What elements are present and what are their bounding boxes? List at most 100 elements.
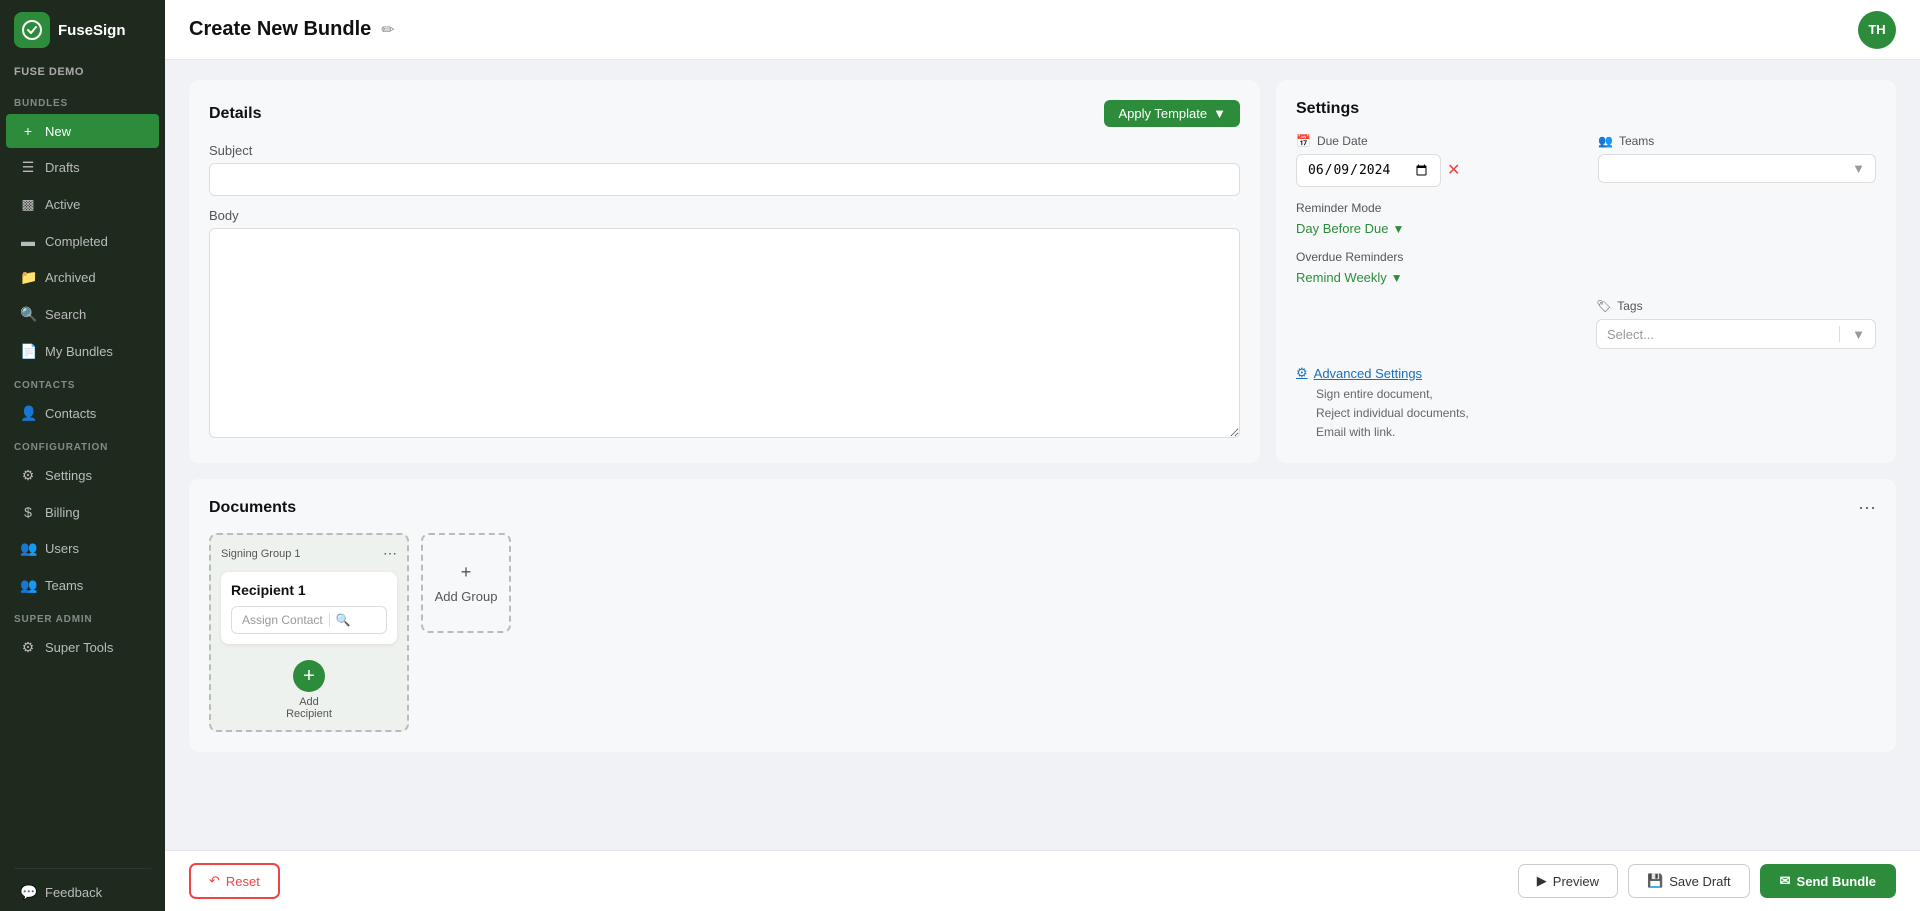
- teams-chevron: ▼: [1852, 161, 1865, 176]
- search-icon: 🔍: [20, 306, 36, 323]
- recipient-1-card: Recipient 1 Assign Contact 🔍: [221, 572, 397, 644]
- sidebar-item-feedback[interactable]: 💬 Feedback: [6, 875, 159, 910]
- edit-title-icon[interactable]: ✏: [381, 20, 394, 40]
- advanced-desc-3: Email with link.: [1316, 423, 1876, 442]
- completed-icon: ▬: [20, 233, 36, 249]
- content: Details Apply Template ▼ Subject Body: [165, 60, 1920, 850]
- save-draft-icon: 💾: [1647, 873, 1663, 889]
- save-draft-button[interactable]: 💾 Save Draft: [1628, 864, 1750, 898]
- add-group-box[interactable]: + Add Group: [421, 533, 511, 633]
- sidebar-item-super-tools-label: Super Tools: [45, 640, 113, 655]
- my-bundles-icon: 📄: [20, 343, 36, 360]
- advanced-desc-1: Sign entire document,: [1316, 385, 1876, 404]
- overdue-reminders-row: Overdue Reminders Remind Weekly ▼: [1296, 250, 1876, 285]
- date-input-row: ✕: [1296, 154, 1574, 187]
- tags-chevron: ▼: [1852, 327, 1865, 342]
- overdue-reminders-value: Remind Weekly: [1296, 270, 1387, 285]
- send-bundle-icon: ✉: [1780, 873, 1791, 889]
- tags-select[interactable]: Select... ▼: [1596, 319, 1876, 349]
- reminder-mode-dropdown[interactable]: Day Before Due ▼: [1296, 221, 1876, 236]
- sidebar-bundles-label: BUNDLES: [0, 88, 165, 113]
- send-bundle-label: Send Bundle: [1797, 874, 1876, 889]
- calendar-icon: 📅: [1296, 134, 1311, 148]
- signing-group-label: Signing Group 1: [221, 548, 301, 560]
- teams-icon: 👥: [20, 577, 36, 594]
- save-draft-label: Save Draft: [1669, 874, 1730, 889]
- sidebar-item-new[interactable]: + New: [6, 114, 159, 148]
- sidebar-item-users-label: Users: [45, 541, 79, 556]
- sidebar-org: FUSE DEMO: [0, 60, 165, 88]
- clear-date-button[interactable]: ✕: [1447, 163, 1460, 179]
- sidebar-super-admin-label: SUPER ADMIN: [0, 604, 165, 629]
- advanced-settings-link[interactable]: ⚙ Advanced Settings: [1296, 365, 1876, 381]
- signing-group-1: Signing Group 1 ⋯ Recipient 1 Assign Con…: [209, 533, 409, 732]
- tags-select-right: ▼: [1831, 326, 1865, 342]
- apply-template-chevron: ▼: [1213, 106, 1226, 121]
- reset-button[interactable]: ↶ Reset: [189, 863, 280, 899]
- sidebar-item-users[interactable]: 👥 Users: [6, 531, 159, 566]
- advanced-settings-desc: Sign entire document, Reject individual …: [1316, 385, 1876, 443]
- reminder-mode-label: Reminder Mode: [1296, 201, 1381, 215]
- due-date-input[interactable]: [1296, 154, 1441, 187]
- recipient-1-name: Recipient 1: [231, 582, 387, 598]
- teams-label-row: 👥 Teams: [1598, 134, 1876, 148]
- assign-contact-placeholder: Assign Contact: [242, 613, 323, 627]
- settings-card: Settings 📅 Due Date ✕: [1276, 80, 1896, 463]
- page-title: Create New Bundle: [189, 18, 371, 41]
- settings-title: Settings: [1296, 100, 1359, 118]
- preview-button[interactable]: ▶ Preview: [1518, 864, 1618, 898]
- tag-icon: 🏷: [1596, 299, 1611, 313]
- sidebar-item-completed[interactable]: ▬ Completed: [6, 224, 159, 258]
- add-recipient-label: AddRecipient: [286, 696, 332, 720]
- tags-placeholder: Select...: [1607, 327, 1654, 342]
- sidebar-item-drafts[interactable]: ☰ Drafts: [6, 150, 159, 185]
- sidebar-item-billing-label: Billing: [45, 505, 80, 520]
- settings-top-row: 📅 Due Date ✕ 👥 Teams: [1296, 134, 1876, 187]
- sidebar-item-my-bundles[interactable]: 📄 My Bundles: [6, 334, 159, 369]
- add-recipient-button[interactable]: +: [293, 660, 325, 692]
- add-recipient-section: + AddRecipient: [221, 652, 397, 720]
- subject-input[interactable]: [209, 163, 1240, 196]
- teams-label: Teams: [1619, 134, 1654, 148]
- logo-text: FuseSign: [58, 22, 126, 39]
- documents-more-button[interactable]: ⋯: [1858, 499, 1876, 517]
- sidebar-item-archived[interactable]: 📁 Archived: [6, 260, 159, 295]
- overdue-reminders-label-row: Overdue Reminders: [1296, 250, 1876, 264]
- body-label: Body: [209, 208, 1240, 223]
- assign-contact-divider: [329, 613, 330, 627]
- reminder-mode-value: Day Before Due: [1296, 221, 1389, 236]
- apply-template-button[interactable]: Apply Template ▼: [1104, 100, 1240, 127]
- teams-icon: 👥: [1598, 134, 1613, 148]
- sidebar-item-settings[interactable]: ⚙ Settings: [6, 458, 159, 493]
- logo-icon: [14, 12, 50, 48]
- teams-select[interactable]: ▼: [1598, 154, 1876, 183]
- sidebar-contacts-label: CONTACTS: [0, 370, 165, 395]
- send-bundle-button[interactable]: ✉ Send Bundle: [1760, 864, 1896, 898]
- avatar[interactable]: TH: [1858, 11, 1896, 49]
- sidebar-item-contacts[interactable]: 👤 Contacts: [6, 396, 159, 431]
- settings-icon: ⚙: [20, 467, 36, 484]
- active-icon: ▩: [20, 196, 36, 213]
- reminder-mode-chevron: ▼: [1393, 222, 1405, 236]
- sidebar-item-feedback-label: Feedback: [45, 885, 102, 900]
- overdue-reminders-dropdown[interactable]: Remind Weekly ▼: [1296, 270, 1876, 285]
- new-icon: +: [20, 123, 36, 139]
- sidebar-item-search[interactable]: 🔍 Search: [6, 297, 159, 332]
- sidebar-item-teams[interactable]: 👥 Teams: [6, 568, 159, 603]
- settings-header: Settings: [1296, 100, 1876, 118]
- sidebar-item-billing[interactable]: $ Billing: [6, 495, 159, 529]
- body-input[interactable]: [209, 228, 1240, 438]
- users-icon: 👥: [20, 540, 36, 557]
- preview-label: Preview: [1553, 874, 1599, 889]
- archived-icon: 📁: [20, 269, 36, 286]
- search-contact-icon[interactable]: 🔍: [336, 613, 351, 627]
- billing-icon: $: [20, 504, 36, 520]
- sidebar-item-completed-label: Completed: [45, 234, 108, 249]
- signing-group-more-button[interactable]: ⋯: [383, 545, 397, 562]
- assign-contact-field[interactable]: Assign Contact 🔍: [231, 606, 387, 634]
- sidebar-item-super-tools[interactable]: ⚙ Super Tools: [6, 630, 159, 665]
- main-area: Create New Bundle ✏ TH Details Apply Tem…: [165, 0, 1920, 911]
- tags-row: 🏷 Tags Select... ▼: [1296, 299, 1876, 349]
- sidebar-item-active[interactable]: ▩ Active: [6, 187, 159, 222]
- sidebar-logo[interactable]: FuseSign: [0, 0, 165, 60]
